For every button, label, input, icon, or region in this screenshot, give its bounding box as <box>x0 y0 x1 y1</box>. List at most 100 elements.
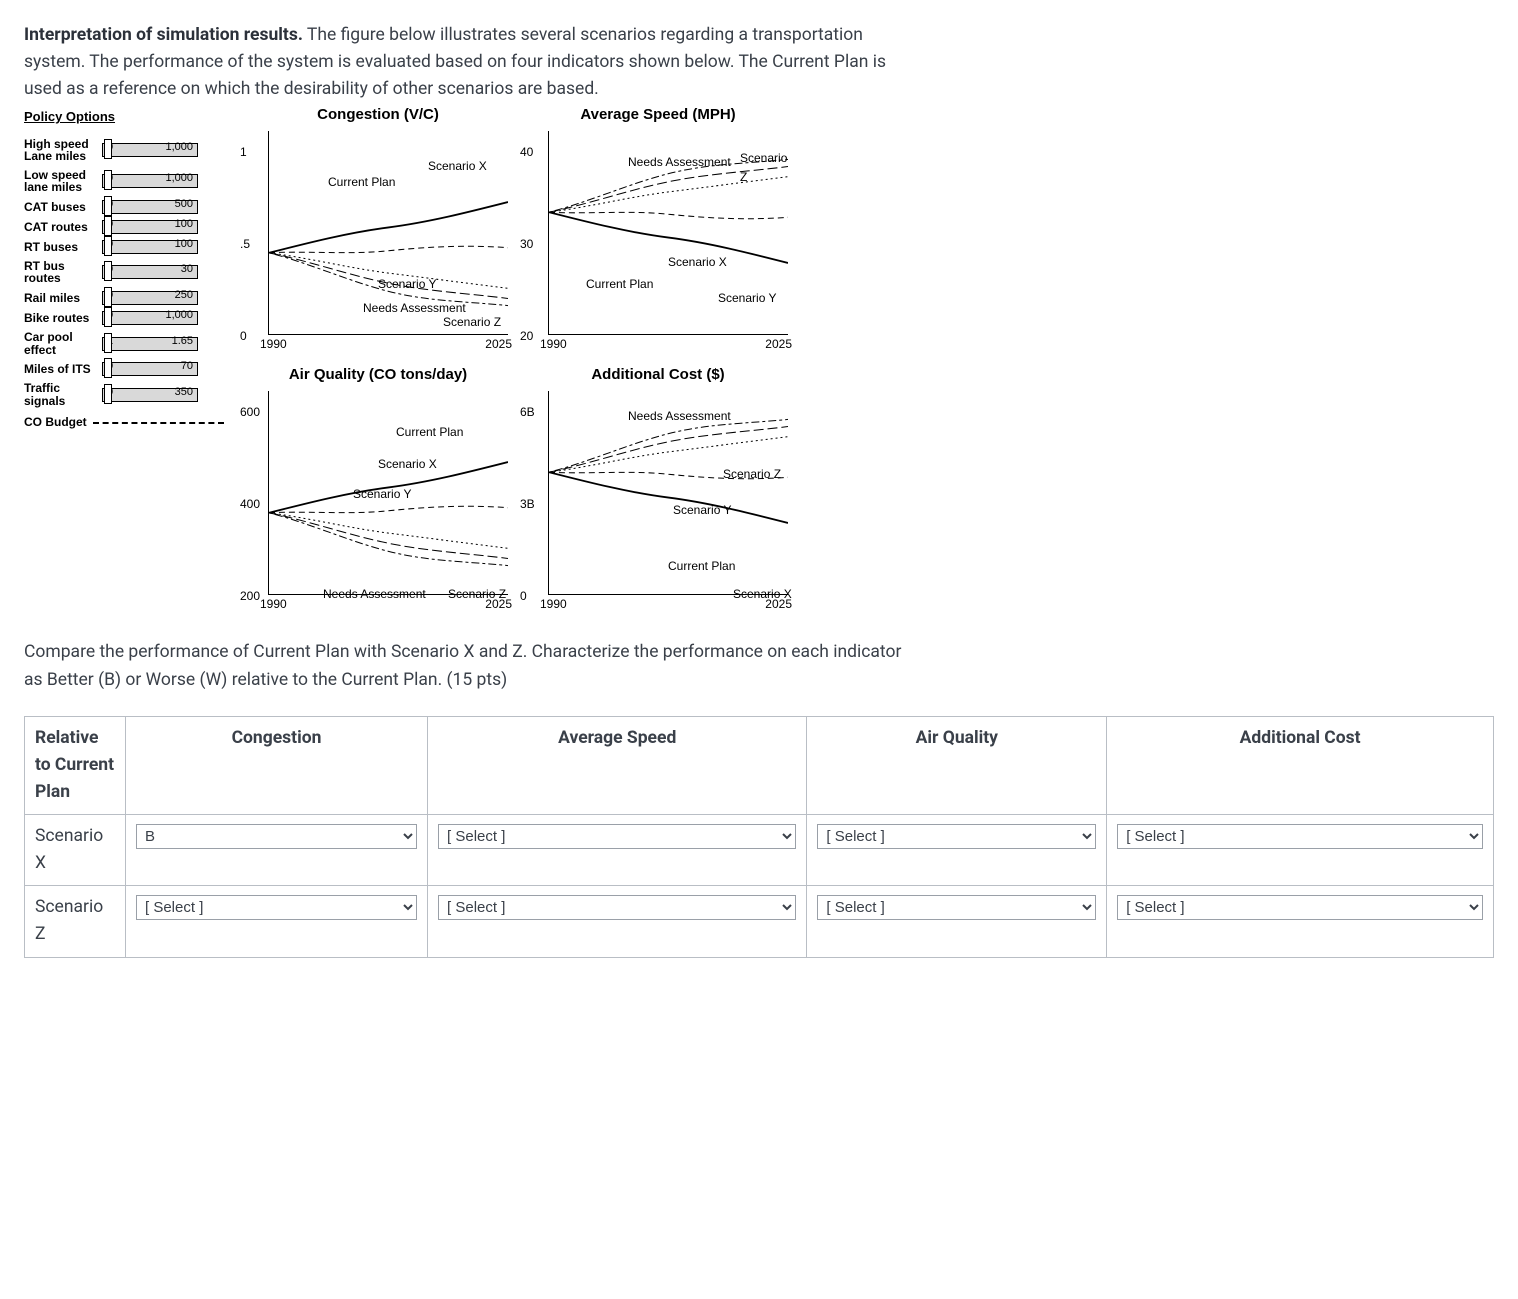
y-tick: 6B <box>520 403 535 422</box>
chart-annotation: Scenario Z <box>443 313 501 332</box>
y-tick: 1 <box>240 143 247 162</box>
chart-annotation: Scenario Z <box>723 465 781 484</box>
y-tick: 400 <box>240 495 260 514</box>
chart-annotation: Scenario Z <box>448 585 506 604</box>
policy-slider: 01,000 <box>102 143 198 157</box>
policy-slider: 0250 <box>102 291 198 305</box>
col-head-speed: Average Speed <box>428 716 807 814</box>
chart-annotation: Current Plan <box>396 423 463 442</box>
policy-slider: 01,000 <box>102 174 198 188</box>
policy-label: RT buses <box>24 241 102 254</box>
chart: Congestion (V/C)0.5119902025Current Plan… <box>238 107 518 367</box>
y-tick: 0 <box>520 587 527 606</box>
chart-title: Additional Cost ($) <box>518 363 798 386</box>
chart-annotation: Scenario X <box>378 455 437 474</box>
policy-row: Rail miles0250 <box>24 291 224 305</box>
policy-slider: 0500 <box>102 200 198 214</box>
chart-annotation: Current Plan <box>328 173 395 192</box>
intro-bold: Interpretation of simulation results. <box>24 25 303 45</box>
select-x-cost[interactable]: [ Select ]BW <box>1117 824 1483 849</box>
x-tick: 1990 <box>540 595 567 614</box>
figure: Policy Options High speed Lane miles01,0… <box>24 107 1494 627</box>
y-tick: 30 <box>520 235 533 254</box>
chart-annotation: Scenario Z <box>740 149 798 186</box>
select-z-cost[interactable]: [ Select ]BW <box>1117 895 1483 920</box>
policy-slider: 030 <box>102 265 198 279</box>
chart-annotation: Needs Assessment <box>628 153 731 172</box>
col-head-relative: Relative to Current Plan <box>25 716 126 814</box>
select-z-speed[interactable]: [ Select ]BW <box>438 895 796 920</box>
policy-label: Car pool effect <box>24 331 102 356</box>
policy-options-panel: Policy Options High speed Lane miles01,0… <box>24 107 224 627</box>
policy-row: RT bus routes030 <box>24 260 224 285</box>
select-z-congestion[interactable]: [ Select ]BW <box>136 895 417 920</box>
chart-title: Average Speed (MPH) <box>518 103 798 126</box>
policy-label: Low speed lane miles <box>24 169 102 194</box>
chart-title: Congestion (V/C) <box>238 103 518 126</box>
row-label-z: Scenario Z <box>25 886 126 957</box>
co-budget-label: CO Budget <box>24 413 87 432</box>
chart-annotation: Scenario X <box>428 157 487 176</box>
policy-slider: 0100 <box>102 240 198 254</box>
co-budget-dashes <box>93 422 224 424</box>
chart-annotation: Scenario Y <box>673 501 731 520</box>
y-tick: 20 <box>520 327 533 346</box>
policy-heading: Policy Options <box>24 107 224 127</box>
question-text: Compare the performance of Current Plan … <box>24 639 924 693</box>
chart-annotation: Scenario Y <box>378 275 436 294</box>
x-tick: 1990 <box>260 335 287 354</box>
select-x-congestion[interactable]: [ Select ]BW <box>136 824 417 849</box>
y-tick: .5 <box>240 235 250 254</box>
chart-annotation: Needs Assessment <box>628 407 731 426</box>
policy-slider: 0100 <box>102 220 198 234</box>
policy-row: Traffic signals0350 <box>24 382 224 407</box>
policy-label: High speed Lane miles <box>24 138 102 163</box>
x-tick: 1990 <box>540 335 567 354</box>
y-tick: 600 <box>240 403 260 422</box>
select-x-speed[interactable]: [ Select ]BW <box>438 824 796 849</box>
chart-title: Air Quality (CO tons/day) <box>238 363 518 386</box>
policy-row: Car pool effect11.65 <box>24 331 224 356</box>
select-x-air[interactable]: [ Select ]BW <box>817 824 1096 849</box>
policy-row: CAT buses0500 <box>24 200 224 214</box>
col-head-air: Air Quality <box>807 716 1107 814</box>
chart-annotation: Scenario Y <box>718 289 776 308</box>
select-z-air[interactable]: [ Select ]BW <box>817 895 1096 920</box>
x-tick: 1990 <box>260 595 287 614</box>
y-tick: 40 <box>520 143 533 162</box>
policy-row: CAT routes0100 <box>24 220 224 234</box>
row-label-x: Scenario X <box>25 815 126 886</box>
chart-annotation: Current Plan <box>668 557 735 576</box>
chart: Additional Cost ($)03B6B19902025Needs As… <box>518 367 798 627</box>
policy-slider: 0350 <box>102 388 198 402</box>
chart: Air Quality (CO tons/day)200400600199020… <box>238 367 518 627</box>
policy-label: CAT buses <box>24 201 102 214</box>
chart-annotation: Current Plan <box>586 275 653 294</box>
col-head-cost: Additional Cost <box>1107 716 1494 814</box>
intro-paragraph: Interpretation of simulation results. Th… <box>24 22 924 103</box>
policy-row: RT buses0100 <box>24 240 224 254</box>
col-head-congestion: Congestion <box>126 716 428 814</box>
table-row: Scenario X [ Select ]BW [ Select ]BW [ S… <box>25 815 1494 886</box>
policy-slider: 01,000 <box>102 311 198 325</box>
y-tick: 200 <box>240 587 260 606</box>
policy-row: Bike routes01,000 <box>24 311 224 325</box>
policy-label: Bike routes <box>24 312 102 325</box>
y-tick: 0 <box>240 327 247 346</box>
policy-label: Rail miles <box>24 292 102 305</box>
answer-table: Relative to Current Plan Congestion Aver… <box>24 716 1494 958</box>
chart-annotation: Scenario Y <box>353 485 411 504</box>
policy-label: CAT routes <box>24 221 102 234</box>
x-tick: 2025 <box>765 335 792 354</box>
chart: Average Speed (MPH)20304019902025Needs A… <box>518 107 798 367</box>
policy-label: Traffic signals <box>24 382 102 407</box>
policy-slider: 11.65 <box>102 337 198 351</box>
y-tick: 3B <box>520 495 535 514</box>
chart-annotation: Scenario X <box>668 253 727 272</box>
x-tick: 2025 <box>485 335 512 354</box>
policy-label: Miles of ITS <box>24 363 102 376</box>
chart-annotation: Needs Assessment <box>323 585 426 604</box>
policy-row: High speed Lane miles01,000 <box>24 138 224 163</box>
table-row: Scenario Z [ Select ]BW [ Select ]BW [ S… <box>25 886 1494 957</box>
policy-label: RT bus routes <box>24 260 102 285</box>
